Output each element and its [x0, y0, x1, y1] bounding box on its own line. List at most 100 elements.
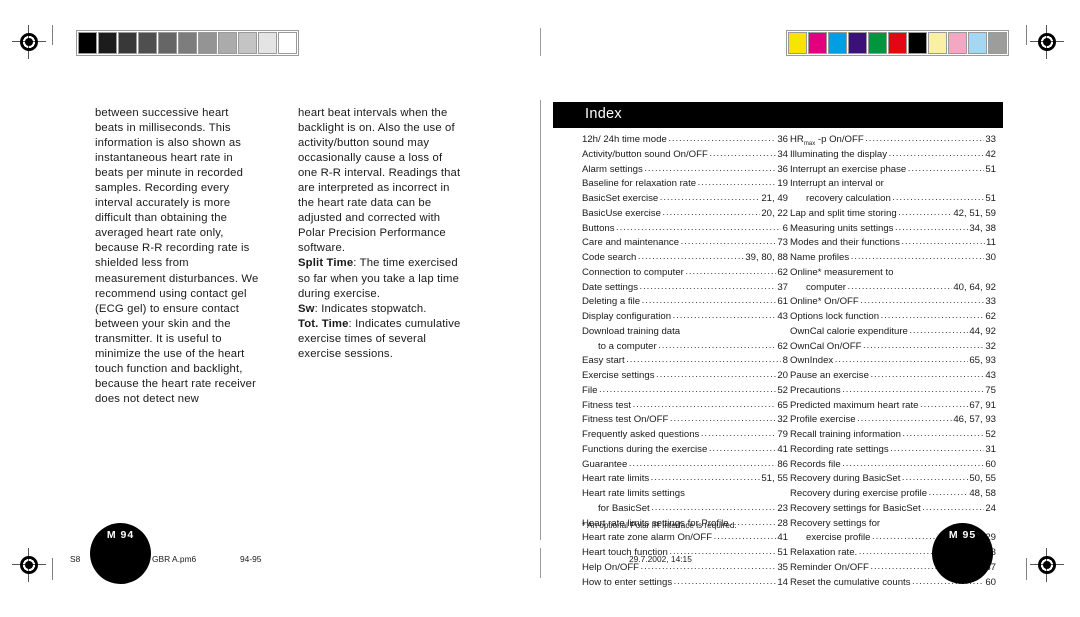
index-entry[interactable]: Heart rate limits.......................… [582, 472, 788, 487]
index-entry[interactable]: Records file............................… [790, 458, 996, 473]
index-entry[interactable]: Fitness test............................… [582, 399, 788, 414]
index-entry-label: computer [806, 281, 846, 293]
index-entry[interactable]: Lap and split time storing..............… [790, 207, 996, 222]
page-number-badge-left: M 94 [90, 523, 151, 584]
index-entry-label: Online* On/OFF [790, 296, 859, 308]
index-leader-dots: ........................................… [673, 576, 776, 587]
index-entry-page: 46, 57, 93 [953, 414, 996, 426]
index-entry[interactable]: Illuminating the display................… [790, 148, 996, 163]
index-entry-page: 61 [777, 296, 788, 308]
body-paragraph: heart beat intervals when the backlight … [298, 107, 461, 255]
index-entry[interactable]: recovery calculation....................… [790, 192, 996, 207]
index-entry-label: 12h/ 24h time mode [582, 134, 667, 145]
index-entry[interactable]: Date settings...........................… [582, 281, 788, 296]
index-entry[interactable]: File....................................… [582, 384, 788, 399]
index-entry[interactable]: Recovery during exercise profile........… [790, 487, 996, 502]
index-entry[interactable]: Exercise settings.......................… [582, 369, 788, 384]
index-leader-dots: ........................................… [850, 252, 984, 262]
index-entry[interactable]: Code search.............................… [582, 251, 788, 266]
index-entry[interactable]: Care and maintenance....................… [582, 236, 788, 251]
glossary-definition: : Indicates stopwatch. [314, 302, 427, 315]
index-entry-page: 43 [777, 311, 788, 322]
index-leader-dots: ........................................… [659, 193, 760, 203]
index-entry[interactable]: 12h/ 24h time mode......................… [582, 133, 788, 148]
index-entry[interactable]: Recovery during BasicSet................… [790, 472, 996, 487]
index-entry[interactable]: Deleting a file.........................… [582, 295, 788, 310]
index-entry-label: Options lock function [790, 311, 880, 322]
index-leader-dots: ........................................… [656, 370, 776, 380]
index-entry[interactable]: Interrupt an interval or [790, 177, 996, 192]
index-entry-page: 28 [777, 517, 788, 529]
index-entry[interactable]: How to enter settings...................… [582, 576, 788, 591]
index-entry-label: Functions during the exercise [582, 443, 708, 455]
index-entry[interactable]: Online* On/OFF..........................… [790, 295, 996, 310]
index-entry-label: Alarm settings [582, 163, 643, 175]
index-entry[interactable]: Predicted maximum heart rate............… [790, 399, 996, 414]
index-entry[interactable]: Heart rate zone alarm On/OFF............… [582, 531, 788, 546]
index-entry[interactable]: Interrupt an exercise phase.............… [790, 163, 996, 178]
index-entry-page: 35 [777, 561, 788, 573]
index-entry[interactable]: Name profiles...........................… [790, 251, 996, 266]
index-entry-label: Deleting a file [582, 296, 641, 308]
index-entry-page: 41 [777, 443, 788, 455]
index-entry[interactable]: to a computer...........................… [582, 340, 788, 355]
index-entry[interactable]: Display configuration...................… [582, 310, 788, 325]
index-leader-dots: ........................................… [928, 488, 968, 498]
index-entry[interactable]: Online* measurement to [790, 266, 996, 281]
index-entry-page: 40, 64, 92 [953, 281, 996, 293]
color-swatch [928, 32, 947, 54]
index-entry[interactable]: Precautions.............................… [790, 384, 996, 399]
index-entry[interactable]: OwnCal On/OFF...........................… [790, 340, 996, 355]
index-entry[interactable]: Profile exercise........................… [790, 413, 996, 428]
index-entry[interactable]: Functions during the exercise...........… [582, 443, 788, 458]
index-entry[interactable]: Connection to computer..................… [582, 266, 788, 281]
index-entry-label: Interrupt an exercise phase [790, 163, 907, 175]
index-entry[interactable]: HRmax -p On/OFF.........................… [790, 133, 996, 148]
index-entry[interactable]: Heart rate limits settings [582, 487, 788, 502]
index-entry-page: 14 [777, 576, 788, 588]
index-entry-page: 19 [777, 178, 788, 190]
index-entry[interactable]: Pause an exercise.......................… [790, 369, 996, 384]
index-entry[interactable]: Buttons.................................… [582, 222, 788, 237]
index-entry-label: Predicted maximum heart rate [790, 399, 919, 411]
registration-mark-bottom-left [12, 548, 46, 582]
index-leader-dots: ........................................… [842, 458, 984, 469]
index-entry[interactable]: Download training data [582, 325, 788, 340]
grayscale-swatch [198, 32, 217, 54]
index-entry[interactable]: Recording rate settings.................… [790, 443, 996, 458]
index-entry[interactable]: OwnIndex................................… [790, 354, 996, 369]
index-entry[interactable]: for BasicSet............................… [582, 502, 788, 517]
index-entry[interactable]: Alarm settings..........................… [582, 163, 788, 178]
index-entry[interactable]: Options lock function...................… [790, 310, 996, 325]
index-leader-dots: ........................................… [650, 473, 760, 483]
index-leader-dots: ........................................… [892, 193, 984, 203]
index-entry-label: Buttons [582, 222, 615, 234]
index-entry[interactable]: computer................................… [790, 281, 996, 296]
body-text-column-2: heart beat intervals when the backlight … [298, 106, 463, 362]
index-entry-label: BasicUse exercise [582, 207, 661, 219]
color-swatch [888, 32, 907, 54]
index-entry-page: 51, 55 [761, 473, 788, 485]
index-entry[interactable]: Recovery settings for BasicSet..........… [790, 502, 996, 517]
index-entry[interactable]: Baseline for relaxation rate............… [582, 177, 788, 192]
grayscale-swatch [98, 32, 117, 54]
registration-dot-icon [1043, 561, 1051, 569]
index-entry-page: 75 [985, 384, 996, 396]
index-entry[interactable]: Activity/button sound On/OFF............… [582, 148, 788, 163]
index-entry[interactable]: Recall training information.............… [790, 428, 996, 443]
index-entry[interactable]: Frequently asked questions..............… [582, 428, 788, 443]
index-entry[interactable]: OwnCal calorie expenditure..............… [790, 325, 996, 340]
index-entry-label: exercise profile [806, 532, 871, 544]
index-entry[interactable]: Fitness test On/OFF.....................… [582, 413, 788, 428]
index-entry[interactable]: Modes and their functions...............… [790, 236, 996, 251]
index-entry-page: 21, 49 [761, 193, 788, 204]
index-leader-dots: ........................................… [639, 281, 776, 292]
index-entry[interactable]: BasicSet exercise.......................… [582, 192, 788, 207]
index-entry[interactable]: Measuring units settings................… [790, 222, 996, 237]
index-entry[interactable]: Guarantee...............................… [582, 458, 788, 473]
index-entry[interactable]: BasicUse exercise.......................… [582, 207, 788, 222]
index-entry[interactable]: Easy start..............................… [582, 354, 788, 369]
index-leader-dots: ........................................… [857, 414, 952, 424]
footer-timestamp: 29.7.2002, 14:15 [629, 554, 692, 564]
index-leader-dots: ........................................… [713, 532, 776, 542]
